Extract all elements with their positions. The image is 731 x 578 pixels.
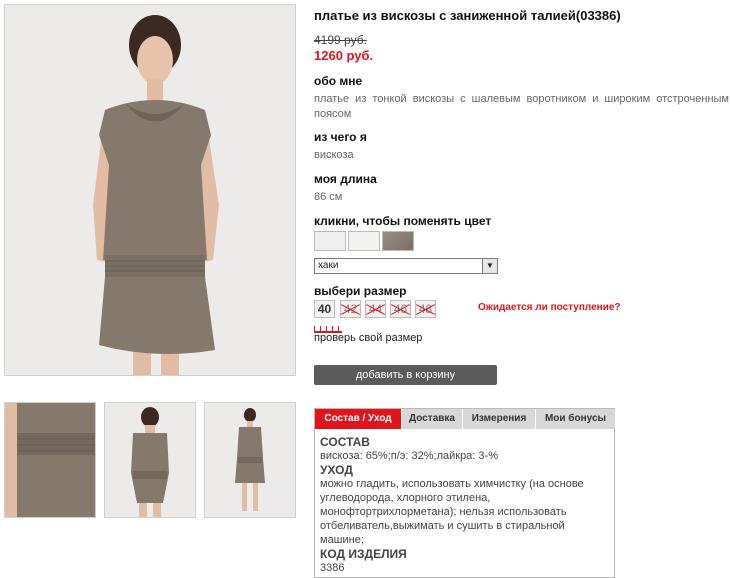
tab-bonuses[interactable]: Мои бонусы [536, 409, 615, 429]
thumbnail-2-image [105, 403, 195, 517]
thumbnail-1[interactable] [4, 402, 96, 518]
size-option-42: 42 [340, 300, 361, 318]
size-option-44: 44 [365, 300, 386, 318]
add-to-cart-button[interactable]: добавить в корзину [314, 365, 497, 385]
about-text: платье из тонкой вискозы с шалевым ворот… [314, 93, 729, 120]
code-heading: КОД ИЗДЕЛИЯ [320, 547, 407, 561]
notify-restock-link[interactable]: Ожидается ли поступление? [478, 302, 621, 313]
about-heading: обо мне [314, 74, 363, 88]
check-size-link[interactable]: проверь свой размер [314, 332, 422, 344]
chevron-down-icon[interactable]: ▼ [482, 259, 497, 273]
thumbnail-1-image [5, 403, 95, 517]
length-text: 86 см [314, 191, 343, 203]
thumbnail-3-image [205, 403, 295, 517]
tab-measurements[interactable]: Измерения [463, 409, 536, 429]
composition-text: вискоза: 65%;п/э: 32%;лайкра: 3-% [320, 450, 498, 462]
old-price: 4199 руб. [314, 33, 367, 47]
tab-composition-care[interactable]: Состав / Уход [315, 409, 402, 429]
thumbnail-3[interactable] [204, 402, 296, 518]
color-swatch-off-white[interactable] [348, 231, 380, 251]
main-product-photo[interactable] [4, 4, 296, 376]
size-heading: выбери размер [314, 284, 407, 298]
color-select[interactable]: хаки ▼ [314, 258, 498, 274]
color-select-value: хаки [318, 260, 339, 271]
size-option-46: 46 [390, 300, 411, 318]
model-in-dress-image [5, 5, 295, 375]
sale-price: 1260 руб. [314, 48, 374, 63]
thumbnail-2[interactable] [104, 402, 196, 518]
material-heading: из чего я [314, 130, 367, 144]
size-option-40[interactable]: 40 [314, 300, 335, 318]
material-text: вискоза [314, 149, 354, 161]
tab-delivery[interactable]: Доставка [402, 409, 463, 429]
product-info-tabs: Состав / Уход Доставка Измерения Мои бон… [314, 408, 615, 578]
care-text: можно гладить, использовать химчистку (н… [320, 478, 584, 546]
length-heading: моя длина [314, 172, 377, 186]
product-title: платье из вискозы с заниженной талией(03… [314, 8, 621, 23]
composition-heading: СОСТАВ [320, 435, 370, 449]
care-heading: УХОД [320, 463, 353, 477]
color-swatch-white[interactable] [314, 231, 346, 251]
size-option-48: 48 [415, 300, 436, 318]
code-text: 3386 [320, 562, 345, 574]
tab-content-panel: СОСТАВ вискоза: 65%;п/э: 32%;лайкра: 3-%… [320, 435, 610, 575]
color-heading: кликни, чтобы поменять цвет [314, 214, 492, 228]
color-swatch-khaki[interactable] [382, 231, 414, 251]
